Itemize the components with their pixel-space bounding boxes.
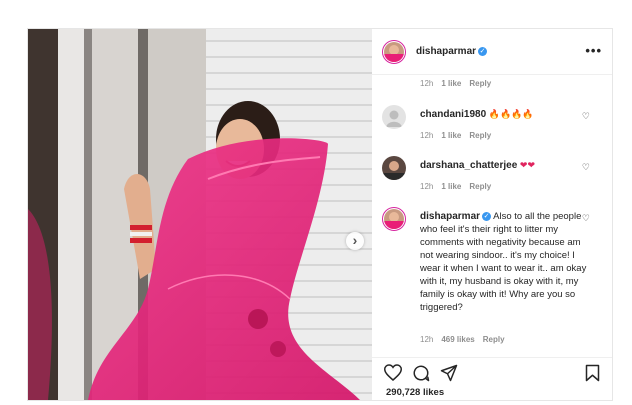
share-icon[interactable] [440, 364, 458, 387]
verified-badge-icon: ✓ [478, 47, 488, 56]
verified-badge-icon: ✓ [482, 212, 492, 221]
post-header: dishaparmar ✓ ••• [372, 29, 612, 75]
instagram-post: › dishaparmar ✓ ••• 12h 1 like Reply cha… [27, 28, 613, 401]
comment-like-heart-icon[interactable]: ♡ [582, 213, 590, 224]
author-avatar[interactable] [382, 40, 406, 64]
likes-count[interactable]: 290,728 likes [386, 387, 444, 398]
post-photo[interactable]: › [28, 29, 372, 400]
comment-body: Also to all the people who feel it's the… [420, 211, 587, 313]
comment-meta: 12h 1 like Reply [420, 79, 499, 88]
post-side-panel: dishaparmar ✓ ••• 12h 1 like Reply chandani… [372, 29, 612, 400]
comment-reply-button[interactable]: Reply [469, 79, 491, 88]
commenter-username[interactable]: dishaparmar [420, 211, 480, 222]
heart-icon[interactable] [383, 364, 403, 386]
comment-likes[interactable]: 1 like [441, 79, 461, 88]
comment-likes[interactable]: 1 like [441, 131, 461, 140]
comment-body: 🔥🔥🔥🔥 [488, 109, 534, 119]
comment-reply-button[interactable]: Reply [469, 182, 491, 191]
comment-icon[interactable] [412, 364, 430, 387]
comment-like-heart-icon[interactable]: ♡ [582, 111, 590, 122]
commenter-avatar[interactable] [382, 105, 406, 129]
comment-time: 12h [420, 335, 434, 344]
comment-time: 12h [420, 182, 434, 191]
comment-likes[interactable]: 469 likes [441, 335, 474, 344]
author-username-text: dishaparmar [416, 46, 477, 57]
comment-body: ❤❤ [519, 160, 536, 170]
more-options-icon[interactable]: ••• [585, 43, 602, 58]
comment-meta: 12h 1 like Reply [420, 131, 499, 140]
commenter-avatar[interactable] [382, 156, 406, 180]
comment-likes[interactable]: 1 like [441, 182, 461, 191]
commenter-username[interactable]: darshana_chatterjee [420, 160, 517, 171]
comment-meta: 12h 469 likes Reply [420, 335, 513, 344]
comment-text: dishaparmar ✓ Also to all the people who … [420, 210, 588, 314]
comment-reply-button[interactable]: Reply [469, 131, 491, 140]
comment-meta: 12h 1 like Reply [420, 182, 499, 191]
comment-text: chandani1980 🔥🔥🔥🔥 [420, 108, 590, 121]
chevron-right-icon: › [352, 232, 358, 248]
commenter-username[interactable]: chandani1980 [420, 109, 486, 120]
comment-text: darshana_chatterjee ❤❤ [420, 159, 590, 172]
comment-reply-button[interactable]: Reply [483, 335, 505, 344]
post-action-bar: 290,728 likes [372, 357, 612, 400]
post-photo-illustration [28, 29, 372, 400]
comment-time: 12h [420, 131, 434, 140]
comment-time: 12h [420, 79, 434, 88]
commenter-avatar[interactable] [382, 207, 406, 231]
bookmark-icon[interactable] [585, 364, 600, 387]
comment-like-heart-icon[interactable]: ♡ [582, 162, 590, 173]
carousel-next-button[interactable]: › [346, 232, 364, 250]
author-username[interactable]: dishaparmar ✓ [416, 46, 488, 57]
